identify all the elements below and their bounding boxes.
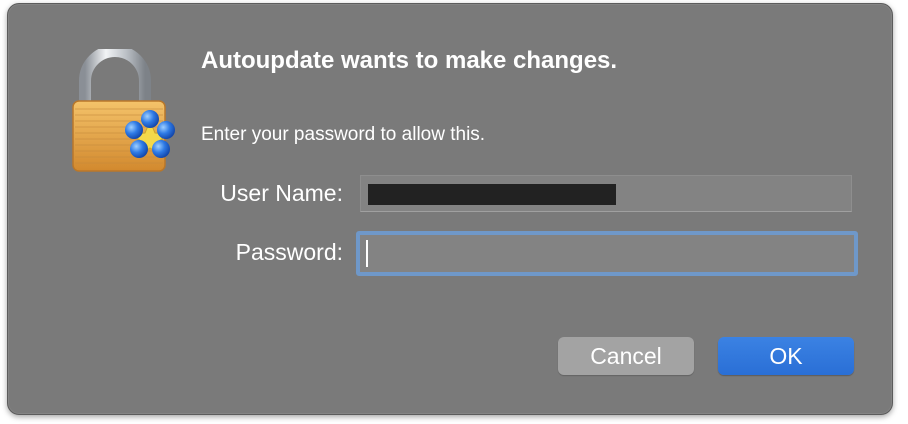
- password-field[interactable]: [356, 231, 858, 276]
- text-caret: [366, 240, 368, 267]
- dialog-title: Autoupdate wants to make changes.: [201, 47, 618, 74]
- lock-icon: [72, 49, 175, 172]
- cancel-button[interactable]: Cancel: [558, 337, 694, 375]
- username-field[interactable]: [360, 175, 852, 212]
- dialog-subtitle: Enter your password to allow this.: [201, 124, 486, 145]
- auth-dialog: Autoupdate wants to make changes. Enter …: [7, 3, 893, 415]
- ok-button[interactable]: OK: [718, 337, 854, 375]
- redacted-username: [368, 184, 616, 205]
- password-label: Password:: [235, 239, 343, 265]
- username-label: User Name:: [220, 180, 343, 206]
